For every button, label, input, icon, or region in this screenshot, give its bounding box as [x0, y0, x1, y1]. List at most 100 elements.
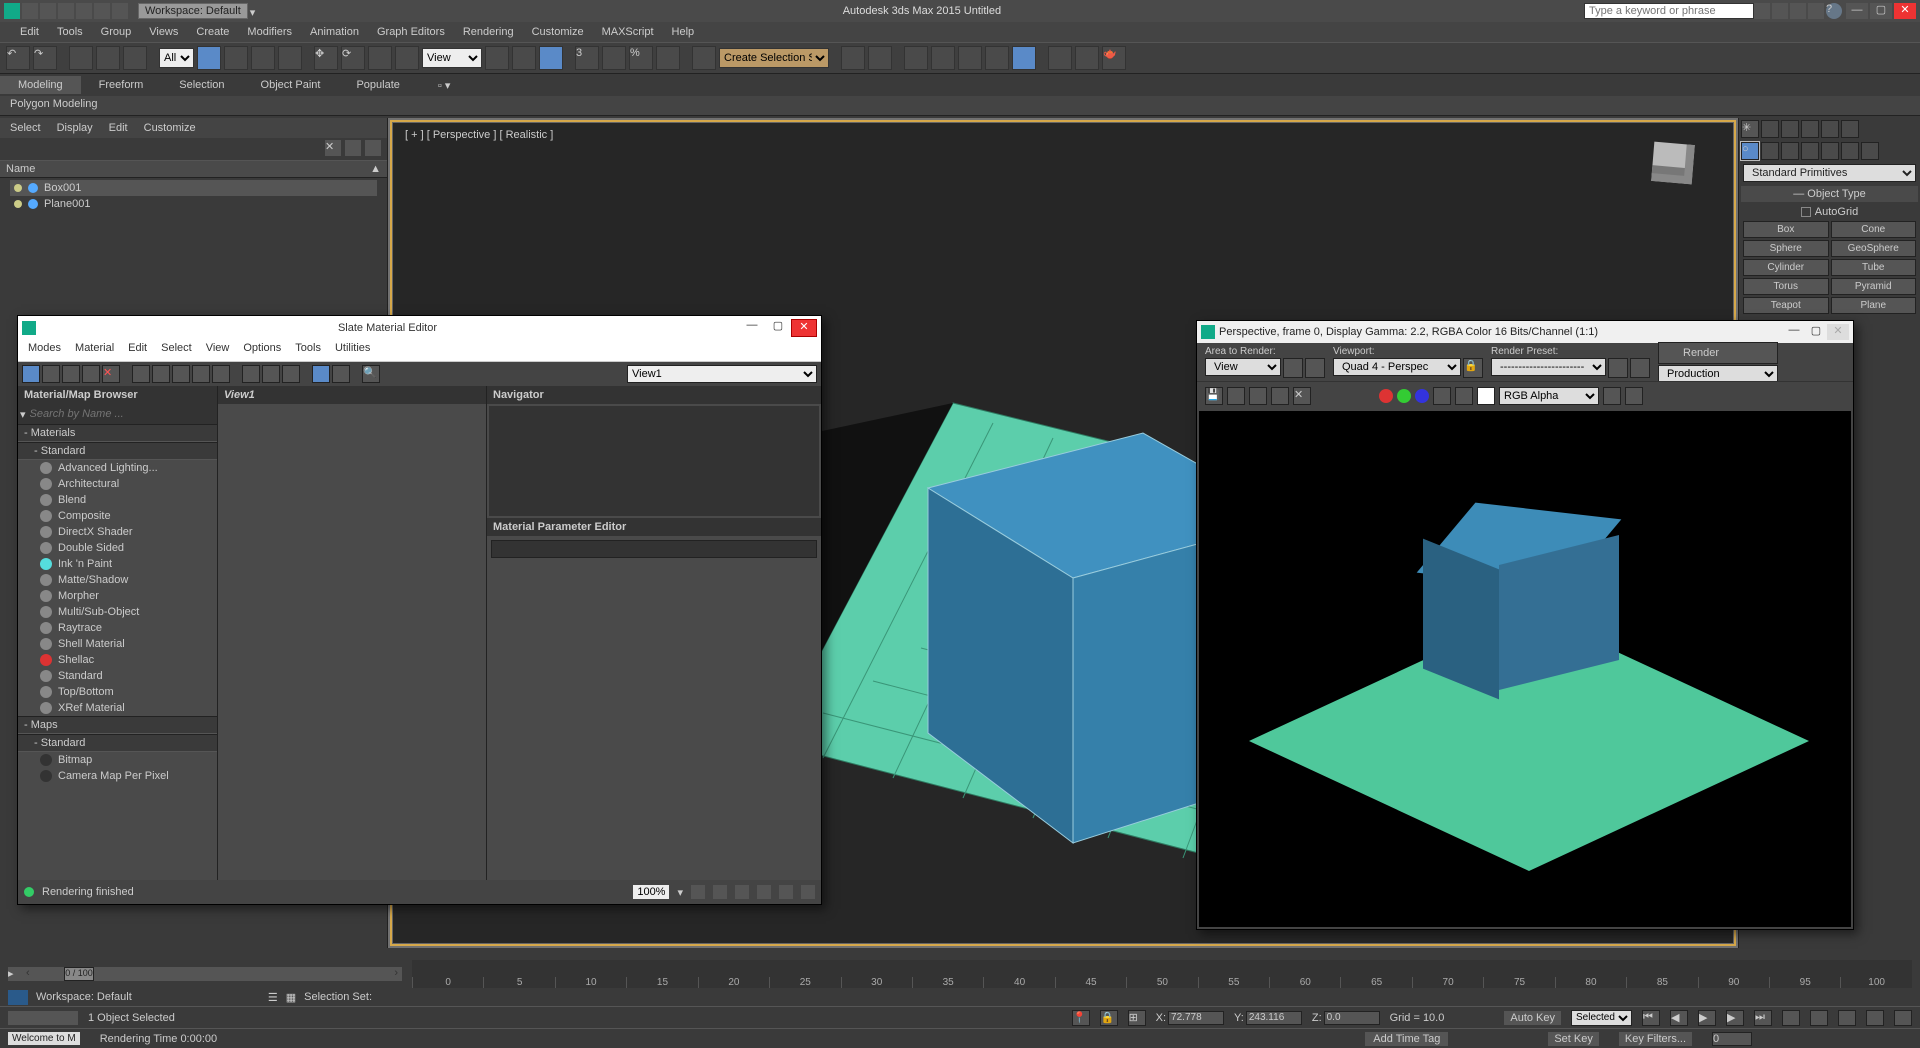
- time-slider-thumb[interactable]: 0 / 100: [64, 967, 94, 981]
- sme-delete-button[interactable]: ✕: [102, 365, 120, 383]
- blue-channel-toggle[interactable]: [1415, 389, 1429, 403]
- time-slider[interactable]: ‹ 0 / 100 ›: [22, 967, 402, 981]
- cat-systems[interactable]: [1861, 142, 1879, 160]
- green-channel-toggle[interactable]: [1397, 389, 1411, 403]
- production-dropdown[interactable]: Production: [1658, 365, 1778, 383]
- autogrid-checkbox[interactable]: AutoGrid: [1739, 204, 1920, 220]
- copy-button[interactable]: [1227, 387, 1245, 405]
- select-rect-button[interactable]: [251, 46, 275, 70]
- object-type-header[interactable]: — Object Type: [1741, 186, 1918, 202]
- scene-item-box001[interactable]: Box001: [10, 180, 377, 196]
- lock-selection-button[interactable]: 📍: [1072, 1010, 1090, 1026]
- goto-start-button[interactable]: ⏮: [1642, 1010, 1660, 1026]
- schematic-view-button[interactable]: [985, 46, 1009, 70]
- rfw-minimize-button[interactable]: —: [1783, 324, 1805, 340]
- visibility-icon[interactable]: [14, 200, 22, 208]
- keyboard-shortcut-button[interactable]: [539, 46, 563, 70]
- cp-tab-motion[interactable]: [1801, 120, 1819, 138]
- infocenter-icon[interactable]: [1754, 3, 1770, 19]
- cat-materials[interactable]: - Materials: [18, 424, 217, 442]
- btn-plane[interactable]: Plane: [1831, 297, 1917, 314]
- sme-zoom-button[interactable]: 🔍: [362, 365, 380, 383]
- window-crossing-button[interactable]: [278, 46, 302, 70]
- layers-button[interactable]: [904, 46, 928, 70]
- rfw-titlebar[interactable]: Perspective, frame 0, Display Gamma: 2.2…: [1197, 321, 1853, 343]
- sme-zoom-button[interactable]: [713, 885, 727, 899]
- render-setup-button[interactable]: [1048, 46, 1072, 70]
- cat-helpers[interactable]: [1821, 142, 1839, 160]
- qa-redo-icon[interactable]: [94, 3, 110, 19]
- ribbon-collapse-icon[interactable]: ▫ ▾: [438, 79, 450, 92]
- btn-sphere[interactable]: Sphere: [1743, 240, 1829, 257]
- toggle-overlay-button[interactable]: [1603, 387, 1621, 405]
- cp-tab-hierarchy[interactable]: [1781, 120, 1799, 138]
- material-item[interactable]: Morpher: [18, 588, 217, 604]
- sme-zoom-arrow-icon[interactable]: ▾: [677, 886, 683, 899]
- unlink-button[interactable]: [96, 46, 120, 70]
- maxscript-mini-listener[interactable]: Welcome to M: [8, 1032, 80, 1045]
- cat-cameras[interactable]: [1801, 142, 1819, 160]
- menu-modifiers[interactable]: Modifiers: [247, 26, 292, 38]
- sme-apply-button[interactable]: [82, 365, 100, 383]
- visibility-icon[interactable]: [14, 184, 22, 192]
- cat-geometry[interactable]: ○: [1741, 142, 1759, 160]
- help-icon[interactable]: ?: [1826, 3, 1842, 19]
- se-sort-icon[interactable]: ▲: [370, 163, 381, 175]
- material-item[interactable]: Shell Material: [18, 636, 217, 652]
- timeline-play-icon[interactable]: ▸: [8, 967, 22, 981]
- minimize-button[interactable]: —: [1846, 3, 1868, 19]
- menu-views[interactable]: Views: [149, 26, 178, 38]
- autokey-button[interactable]: Auto Key: [1504, 1011, 1561, 1025]
- sme-menu-options[interactable]: Options: [243, 342, 281, 359]
- material-item[interactable]: Composite: [18, 508, 217, 524]
- maximize-button[interactable]: ▢: [1870, 3, 1892, 19]
- manipulate-button[interactable]: [512, 46, 536, 70]
- render-output-canvas[interactable]: [1199, 411, 1851, 927]
- selection-filter-dropdown[interactable]: All: [159, 48, 194, 68]
- se-filter-icon[interactable]: [365, 140, 381, 156]
- rfw-close-button[interactable]: ✕: [1827, 324, 1849, 340]
- sme-pick-button[interactable]: [42, 365, 60, 383]
- cp-tab-utilities[interactable]: [1841, 120, 1859, 138]
- btn-tube[interactable]: Tube: [1831, 259, 1917, 276]
- save-image-button[interactable]: 💾: [1205, 387, 1223, 405]
- scene-explorer-button[interactable]: [931, 46, 955, 70]
- sme-move-children-button[interactable]: [132, 365, 150, 383]
- menu-tools[interactable]: Tools: [57, 26, 83, 38]
- nav-zoom-button[interactable]: [1838, 1010, 1856, 1026]
- sme-maximize-button[interactable]: ▢: [765, 319, 791, 337]
- material-item[interactable]: Blend: [18, 492, 217, 508]
- sme-prev-button[interactable]: [242, 365, 260, 383]
- sme-view-dropdown[interactable]: View1: [627, 365, 817, 383]
- sme-layout-button[interactable]: [192, 365, 210, 383]
- se-menu-customize[interactable]: Customize: [144, 122, 196, 134]
- curve-editor-button[interactable]: [958, 46, 982, 70]
- menu-rendering[interactable]: Rendering: [463, 26, 514, 38]
- sme-show-button[interactable]: [172, 365, 190, 383]
- align-button[interactable]: [868, 46, 892, 70]
- sme-menu-material[interactable]: Material: [75, 342, 114, 359]
- ribbon-tab-populate[interactable]: Populate: [338, 76, 417, 94]
- cat-standard[interactable]: - Standard: [18, 442, 217, 460]
- red-channel-toggle[interactable]: [1379, 389, 1393, 403]
- env-button[interactable]: [1630, 358, 1650, 378]
- render-button[interactable]: Render: [1658, 342, 1778, 364]
- move-button[interactable]: ✥: [314, 46, 338, 70]
- map-item[interactable]: Camera Map Per Pixel: [18, 768, 217, 784]
- se-close-icon[interactable]: ✕: [325, 140, 341, 156]
- mirror-button[interactable]: [841, 46, 865, 70]
- material-editor-button[interactable]: [1012, 46, 1036, 70]
- mono-toggle[interactable]: [1455, 387, 1473, 405]
- sme-sample-button[interactable]: [332, 365, 350, 383]
- qa-save-icon[interactable]: [58, 3, 74, 19]
- menu-group[interactable]: Group: [101, 26, 132, 38]
- exchange-icon[interactable]: [1790, 3, 1806, 19]
- sme-region-button[interactable]: [779, 885, 793, 899]
- undo-button[interactable]: ↶: [6, 46, 30, 70]
- viewport-dropdown[interactable]: Quad 4 - Perspec: [1333, 358, 1461, 376]
- coord-y-input[interactable]: [1246, 1011, 1302, 1025]
- sme-zoomext-button[interactable]: [735, 885, 749, 899]
- layers-icon[interactable]: ☰: [268, 991, 278, 1004]
- preset-dropdown[interactable]: -----------------------: [1491, 358, 1606, 376]
- key-mode-button[interactable]: [1782, 1010, 1800, 1026]
